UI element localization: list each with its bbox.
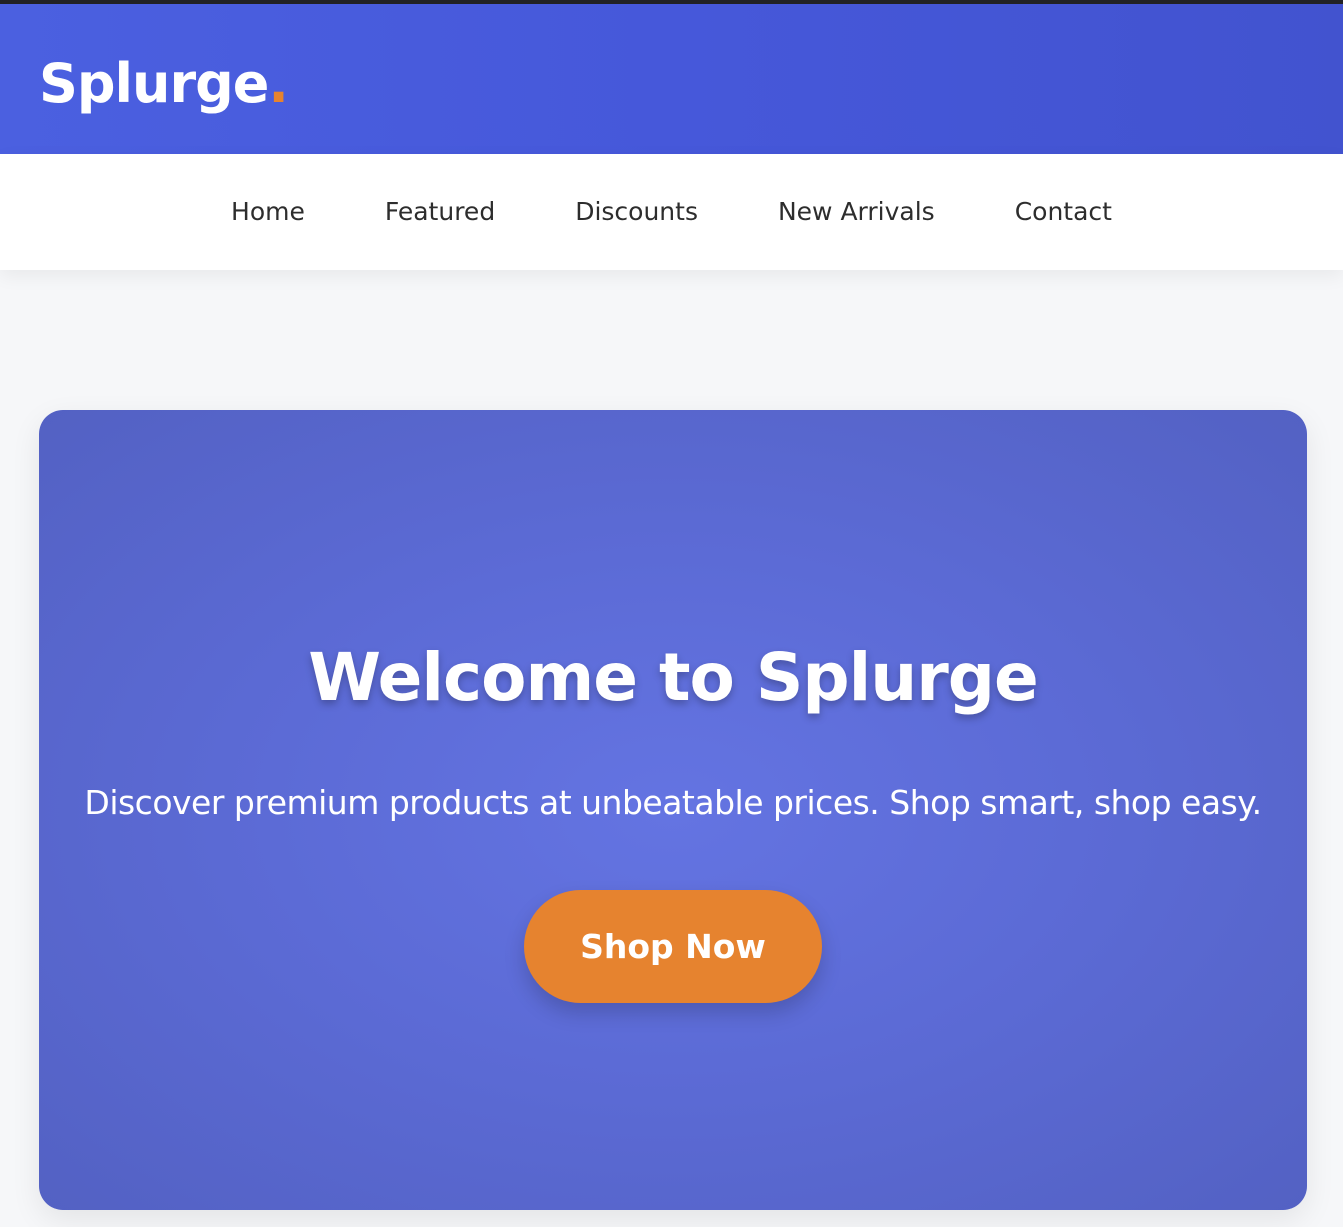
nav-list: Home Featured Discounts New Arrivals Con… [0, 154, 1343, 270]
hero-title: Welcome to Splurge [308, 639, 1039, 716]
logo-dot: . [268, 52, 288, 115]
nav-item-new-arrivals[interactable]: New Arrivals [738, 197, 975, 227]
main-navigation: Home Featured Discounts New Arrivals Con… [0, 154, 1343, 270]
nav-item-contact[interactable]: Contact [975, 197, 1152, 227]
nav-item-home[interactable]: Home [191, 197, 345, 227]
logo-text: Splurge [39, 52, 269, 115]
hero-subtitle: Discover premium products at unbeatable … [84, 783, 1262, 822]
nav-item-discounts[interactable]: Discounts [535, 197, 738, 227]
site-logo[interactable]: Splurge. [39, 52, 289, 116]
site-header: Splurge. [0, 4, 1343, 154]
hero-banner: Welcome to Splurge Discover premium prod… [39, 410, 1307, 1210]
nav-item-featured[interactable]: Featured [345, 197, 535, 227]
shop-now-button[interactable]: Shop Now [524, 890, 822, 1003]
